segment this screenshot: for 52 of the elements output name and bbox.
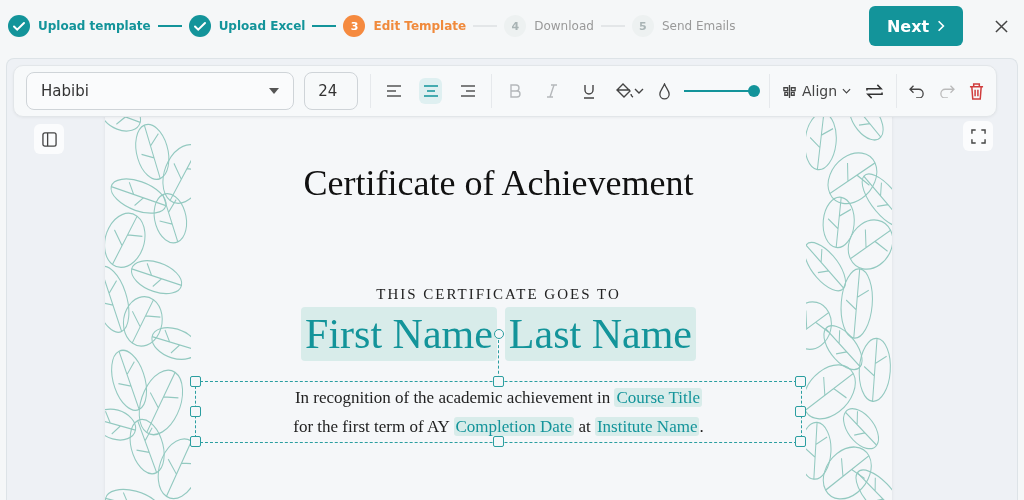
step-number: 5: [631, 15, 654, 37]
sidebar-toggle-button[interactable]: [34, 124, 64, 154]
step-label[interactable]: Upload Excel: [218, 19, 306, 33]
align-right-icon: [459, 84, 476, 98]
dropdown-caret-icon: [269, 88, 280, 94]
align-center-icon: [422, 84, 439, 98]
next-button[interactable]: Next: [869, 6, 963, 46]
chevron-right-icon: [937, 20, 946, 32]
resize-handle[interactable]: [795, 436, 806, 447]
step-label[interactable]: Download: [534, 19, 594, 33]
step-number: 4: [504, 15, 527, 37]
step-label[interactable]: Upload template: [38, 19, 151, 33]
placeholder-field[interactable]: Institute Name: [594, 417, 700, 436]
rotate-handle[interactable]: [493, 329, 504, 339]
placeholder-field[interactable]: Course Title: [614, 388, 703, 407]
name-placeholder-field[interactable]: Last Name: [504, 307, 696, 361]
fullscreen-icon: [970, 128, 986, 144]
trash-icon[interactable]: [969, 82, 984, 100]
step-label[interactable]: Send Emails: [661, 19, 736, 33]
resize-handle[interactable]: [492, 376, 504, 387]
slider-thumb[interactable]: [748, 85, 761, 97]
undo-icon[interactable]: [909, 84, 925, 98]
resize-handle[interactable]: [795, 376, 806, 387]
step-number: 3: [343, 15, 366, 37]
font-name: Habibi: [41, 82, 89, 100]
align-left-icon: [385, 84, 402, 98]
swap-arrows-icon[interactable]: [865, 82, 885, 100]
paint-bucket-icon[interactable]: [614, 82, 645, 100]
placeholder-field[interactable]: Completion Date: [453, 417, 575, 436]
align-menu-button[interactable]: Align: [782, 83, 852, 99]
fullscreen-button[interactable]: [963, 121, 993, 151]
resize-handle[interactable]: [795, 406, 806, 417]
font-size-field[interactable]: 24: [304, 72, 358, 110]
resize-handle[interactable]: [190, 436, 201, 447]
close-icon[interactable]: [995, 19, 1008, 33]
font-select[interactable]: Habibi: [26, 72, 295, 110]
step-label[interactable]: Edit Template: [373, 19, 467, 33]
resize-handle[interactable]: [190, 376, 201, 387]
certificate-title: Certificate of Achievement: [303, 162, 694, 204]
sidebar-panel-icon: [41, 131, 57, 147]
resize-handle[interactable]: [190, 406, 201, 417]
resize-handle[interactable]: [492, 436, 504, 447]
chevron-down-icon: [842, 88, 852, 94]
name-placeholder-field[interactable]: First Name: [301, 307, 497, 361]
opacity-slider[interactable]: [681, 84, 758, 98]
opacity-drop-icon: [658, 82, 672, 100]
align-distribute-icon: [782, 83, 797, 99]
body-text: In recognition of the academic achievement in Course Title: [293, 387, 704, 409]
body-text: for the first term of AY Completion Date at Institute Name.: [292, 416, 705, 438]
bold-icon: [507, 83, 524, 99]
align-center-button[interactable]: [419, 78, 443, 104]
certificate-subtitle: THIS CERTIFICATE GOES TO: [376, 286, 621, 303]
